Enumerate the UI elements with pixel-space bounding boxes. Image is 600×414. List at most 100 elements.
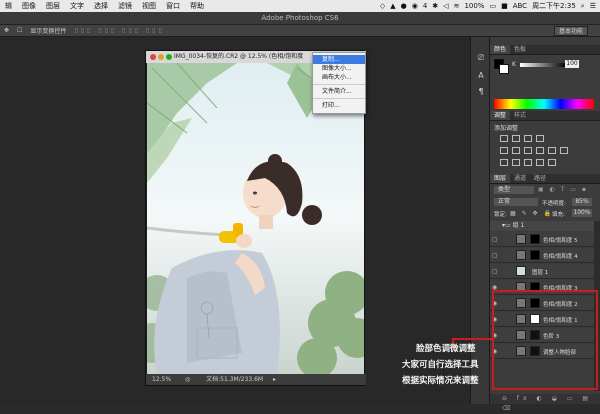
menu-type[interactable]: 文字 xyxy=(65,1,89,11)
layer-row[interactable]: ▢ 图层 1 xyxy=(490,264,594,279)
system-menu-bar: 辑 图像 图层 文字 选择 滤镜 视图 窗口 帮助 ◇ ▲ ● ◉ 4 ✱ ◁ … xyxy=(0,0,600,12)
close-icon[interactable] xyxy=(150,54,156,60)
zoom-level[interactable]: 12.5% xyxy=(152,376,171,383)
move-tool-icon[interactable]: ✥ xyxy=(0,27,13,34)
volume-icon[interactable]: ◁ xyxy=(443,2,448,10)
blend-mode-label: 正常 xyxy=(498,198,511,205)
gradient-map-icon[interactable] xyxy=(536,159,544,166)
blend-mode-select[interactable]: 正常 xyxy=(494,198,538,206)
menu-edit[interactable]: 辑 xyxy=(0,1,17,11)
color-spectrum[interactable] xyxy=(494,99,594,109)
menu-layer[interactable]: 图层 xyxy=(41,1,65,11)
fill-input[interactable]: 100% xyxy=(572,209,592,217)
show-transform-label: 显示变换控件 xyxy=(30,28,67,35)
highlight-box xyxy=(492,290,598,390)
history-icon[interactable]: ⎚ xyxy=(474,53,488,65)
levels-icon[interactable] xyxy=(512,135,520,142)
tab-paths[interactable]: 路径 xyxy=(530,174,550,183)
invert-icon[interactable] xyxy=(500,159,508,166)
exposure-icon[interactable] xyxy=(536,135,544,142)
menu-help[interactable]: 帮助 xyxy=(185,1,209,11)
context-menu: 复制... 图像大小... 画布大小... 文件简介... 打印... xyxy=(312,52,366,114)
filter-icons[interactable]: ▣ ◐ T ▭ ▪ xyxy=(538,186,588,193)
menu-item-canvas-size[interactable]: 画布大小... xyxy=(313,73,365,82)
layer-name: 色相/饱和度 5 xyxy=(543,238,578,244)
battery-percent: 100% xyxy=(464,2,485,10)
vibrance-icon[interactable] xyxy=(500,147,508,154)
wechat-icon[interactable]: ◉ xyxy=(412,2,418,10)
show-transform-checkbox[interactable]: ☐ xyxy=(13,27,26,34)
color-panel-tabs: 颜色 色板 xyxy=(490,45,600,55)
align-icons[interactable]: ▯▯▯ ▯▯▯ ▯▯▯ ▯▯▯ xyxy=(70,27,168,34)
tab-styles[interactable]: 样式 xyxy=(510,111,530,120)
tab-channels[interactable]: 通道 xyxy=(510,174,530,183)
layer-group-row[interactable]: ▾▭ 组 1 xyxy=(490,221,594,231)
adjustment-thumbnail xyxy=(516,234,526,244)
input-method[interactable]: ABC xyxy=(513,2,527,10)
clock[interactable]: 周二下午2:35 xyxy=(532,1,576,11)
background-swatch[interactable] xyxy=(499,64,509,74)
evernote-icon[interactable]: ▲ xyxy=(390,2,395,10)
menu-view[interactable]: 视图 xyxy=(137,1,161,11)
selective-color-icon[interactable] xyxy=(548,159,556,166)
mask-thumbnail[interactable] xyxy=(530,234,540,244)
k-value[interactable]: 100 xyxy=(565,60,579,68)
photo-filter-icon[interactable] xyxy=(548,147,556,154)
search-icon[interactable]: ⌕ xyxy=(581,2,585,11)
doc-info-icon[interactable]: ◎ xyxy=(185,376,190,383)
menu-divider xyxy=(313,98,365,99)
posterize-icon[interactable] xyxy=(512,159,520,166)
flag-icon[interactable]: ■ xyxy=(501,2,508,10)
mask-thumbnail[interactable] xyxy=(530,250,540,260)
tab-color[interactable]: 颜色 xyxy=(490,45,511,54)
eye-icon-hidden[interactable]: ▢ xyxy=(492,236,499,243)
workspace-select[interactable]: 基本功能 xyxy=(553,26,588,36)
paragraph-icon[interactable]: ¶ xyxy=(474,87,488,99)
menu-item-print[interactable]: 打印... xyxy=(313,101,365,110)
wifi-icon[interactable]: ≋ xyxy=(454,2,460,10)
menu-select[interactable]: 选择 xyxy=(89,1,113,11)
eye-icon-hidden[interactable]: ▢ xyxy=(492,252,499,259)
qq-icon[interactable]: ● xyxy=(401,2,407,10)
menu-filter[interactable]: 滤镜 xyxy=(113,1,137,11)
layers-footer-icons[interactable]: ⊖ fx ◐ ◒ ▭ ▤ ⌫ xyxy=(490,394,600,412)
tab-adjustments[interactable]: 调整 xyxy=(490,111,511,120)
tab-swatches[interactable]: 色板 xyxy=(510,45,530,54)
opacity-input[interactable]: 85% xyxy=(572,198,592,206)
minimize-icon[interactable] xyxy=(158,54,164,60)
zoom-icon[interactable] xyxy=(166,54,172,60)
hue-saturation-icon[interactable] xyxy=(512,147,520,154)
layer-row[interactable]: ▢ 色相/饱和度 5 xyxy=(490,232,594,247)
annotation-line-3: 根据实际情况来调整 xyxy=(402,376,479,386)
channel-mixer-icon[interactable] xyxy=(560,147,568,154)
bluetooth-icon[interactable]: ✱ xyxy=(432,2,438,10)
k-slider[interactable] xyxy=(520,63,566,67)
menu-item-duplicate[interactable]: 复制... xyxy=(313,55,365,64)
menu-item-image-size[interactable]: 图像大小... xyxy=(313,64,365,73)
brightness-icon[interactable] xyxy=(500,135,508,142)
lock-icons[interactable]: ▦ ✎ ✥ 🔒 xyxy=(510,210,553,217)
menu-item-file-info[interactable]: 文件简介... xyxy=(313,87,365,96)
black-white-icon[interactable] xyxy=(536,147,544,154)
eye-icon-hidden[interactable]: ▢ xyxy=(492,268,499,275)
tab-layers[interactable]: 图层 xyxy=(490,174,511,183)
menu-window[interactable]: 窗口 xyxy=(161,1,185,11)
annotation-line-1: 脸部色调微调整 xyxy=(416,344,476,354)
list-icon[interactable]: ☰ xyxy=(590,2,596,10)
adjustments-panel-tabs: 调整 样式 xyxy=(490,111,600,121)
highlight-connector xyxy=(452,338,494,340)
filter-kind-select[interactable]: 类型 xyxy=(494,186,534,194)
battery-icon[interactable]: ▭ xyxy=(489,2,496,10)
layer-row[interactable]: ▢ 色相/饱和度 4 xyxy=(490,248,594,263)
layers-panel-tabs: 图层 通道 路径 xyxy=(490,174,600,184)
expand-icon[interactable]: ▸ xyxy=(273,376,276,383)
curves-icon[interactable] xyxy=(524,135,532,142)
menu-image[interactable]: 图像 xyxy=(17,1,41,11)
lock-label: 锁定: xyxy=(494,212,507,218)
menu-divider xyxy=(313,84,365,85)
color-balance-icon[interactable] xyxy=(524,147,532,154)
dropbox-icon[interactable]: ◇ xyxy=(380,2,385,10)
threshold-icon[interactable] xyxy=(524,159,532,166)
character-icon[interactable]: A xyxy=(474,71,488,83)
folder-icon: ▾▭ xyxy=(502,222,513,229)
